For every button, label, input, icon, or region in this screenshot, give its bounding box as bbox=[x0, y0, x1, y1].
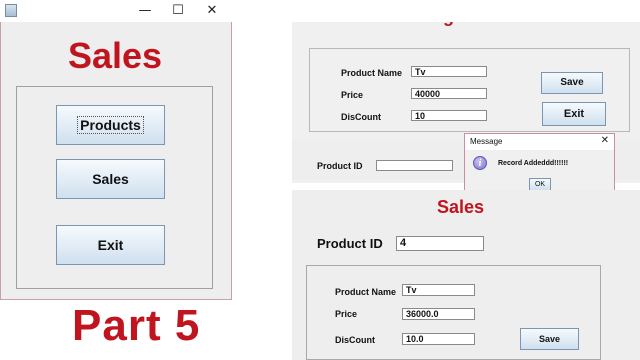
exit-menu-button-label: Exit bbox=[97, 237, 124, 253]
sales-save-button-label: Save bbox=[538, 334, 561, 344]
price-field[interactable]: 40000 bbox=[411, 88, 487, 99]
info-icon: i bbox=[473, 156, 487, 170]
sales-heading: Sales bbox=[67, 35, 163, 76]
java-app-icon bbox=[5, 4, 17, 17]
product-name-field[interactable]: Tv bbox=[411, 66, 487, 77]
message-text: Record Addeddd!!!!!! bbox=[498, 160, 569, 167]
price-label: Price bbox=[341, 90, 364, 100]
sales-product-name-label: Product Name bbox=[335, 287, 397, 297]
sales-form-title: Sales bbox=[437, 197, 485, 217]
minimize-icon[interactable]: — bbox=[132, 2, 158, 20]
save-button-label: Save bbox=[560, 77, 584, 88]
sales-price-label: Price bbox=[335, 309, 358, 319]
exit-menu-button[interactable]: Exit bbox=[56, 225, 165, 265]
sales-save-button[interactable]: Save bbox=[520, 328, 579, 350]
close-icon[interactable]: ✕ bbox=[601, 135, 609, 146]
message-titlebar: Message ✕ bbox=[465, 134, 614, 150]
discount-field[interactable]: 10 bbox=[411, 110, 487, 121]
message-title: Message bbox=[470, 137, 503, 146]
close-icon[interactable]: ✕ bbox=[199, 2, 225, 20]
discount-label: DisCount bbox=[341, 112, 381, 122]
exit-button-label: Exit bbox=[563, 108, 585, 120]
sales-button[interactable]: Sales bbox=[56, 159, 165, 199]
maximize-icon[interactable]: ☐ bbox=[165, 2, 191, 20]
sales-product-id-field[interactable]: 4 bbox=[396, 236, 484, 251]
window-titlebar: — ☐ ✕ bbox=[0, 0, 640, 22]
products-button-label: Products bbox=[77, 116, 144, 134]
product-id-field[interactable] bbox=[376, 160, 453, 171]
sales-discount-field[interactable]: 10.0 bbox=[402, 333, 475, 345]
exit-button[interactable]: Exit bbox=[542, 102, 606, 126]
save-button[interactable]: Save bbox=[541, 72, 603, 94]
sales-main-window: — ☐ ✕ Sales Products Sales Exit bbox=[0, 0, 640, 300]
sales-discount-label: DisCount bbox=[335, 335, 375, 345]
part-caption: Part 5 bbox=[72, 301, 201, 350]
product-id-label: Product ID bbox=[317, 161, 363, 171]
sales-button-label: Sales bbox=[92, 171, 129, 187]
products-button[interactable]: Products bbox=[56, 105, 165, 145]
sales-product-id-label: Product ID bbox=[317, 236, 383, 251]
sales-price-field[interactable]: 36000.0 bbox=[402, 308, 475, 320]
message-dialog: Message ✕ i Record Addeddd!!!!!! OK bbox=[464, 133, 615, 197]
sales-product-name-field[interactable]: Tv bbox=[402, 284, 475, 296]
product-name-label: Product Name bbox=[341, 68, 403, 78]
ok-button-label: OK bbox=[534, 181, 546, 188]
